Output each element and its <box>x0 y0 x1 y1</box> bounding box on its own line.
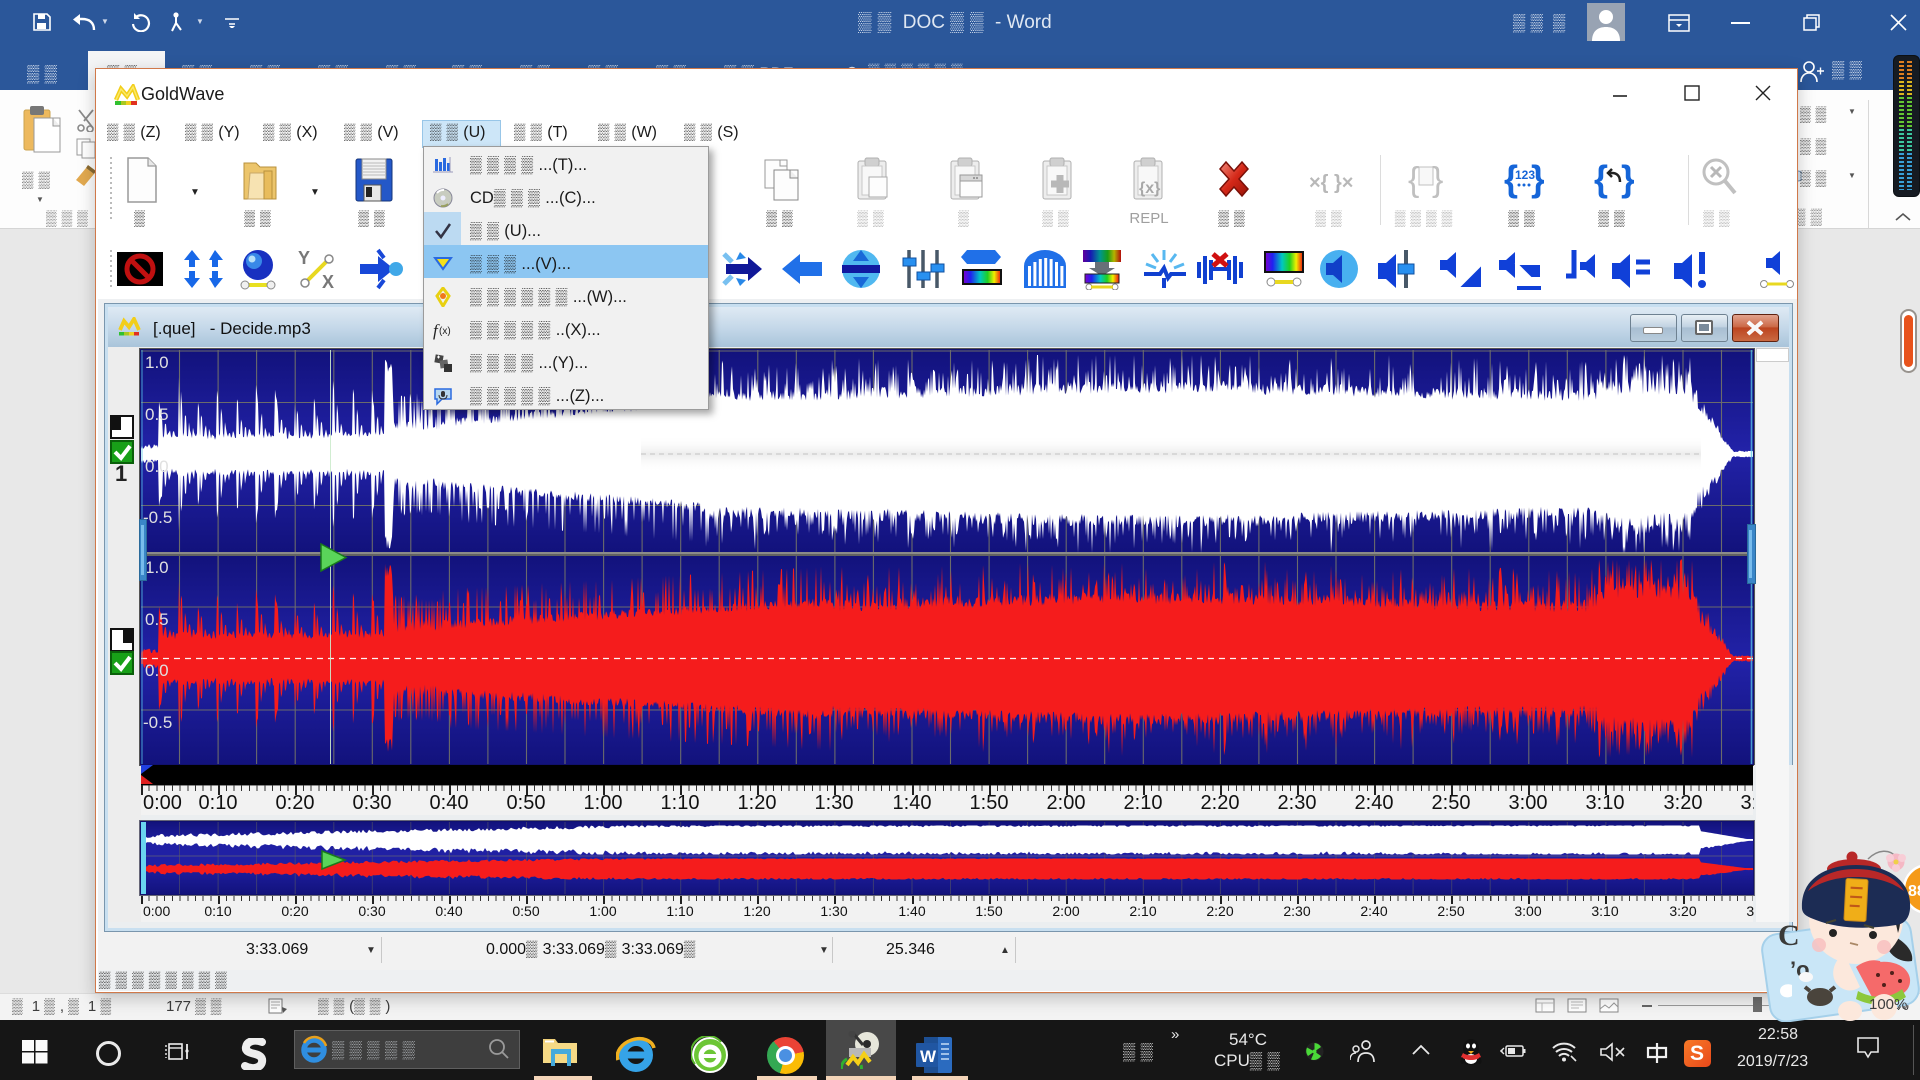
svg-text:0.5: 0.5 <box>145 405 169 424</box>
svg-text:(x): (x) <box>439 326 451 337</box>
svg-text:0.0: 0.0 <box>145 457 169 476</box>
svg-text:0.5: 0.5 <box>145 610 169 629</box>
svg-text:1.0: 1.0 <box>145 558 169 577</box>
svg-text:}: } <box>1621 158 1634 199</box>
svg-text:-0.5: -0.5 <box>143 508 172 527</box>
svg-text:{x}: {x} <box>1139 180 1160 197</box>
svg-text:Y: Y <box>298 248 310 268</box>
svg-text:X: X <box>322 272 334 290</box>
svg-text:C: C <box>1778 919 1800 952</box>
svg-text:W: W <box>920 1047 937 1066</box>
svg-text:}: } <box>1432 161 1443 199</box>
svg-text:{: { <box>1408 161 1419 199</box>
svg-text:-0.5: -0.5 <box>143 713 172 732</box>
svg-text:123: 123 <box>1515 168 1535 182</box>
svg-text:{: { <box>1594 158 1608 199</box>
svg-text:88: 88 <box>1908 883 1920 900</box>
svg-text:0.0: 0.0 <box>145 661 169 680</box>
svg-text:×{ }×: ×{ }× <box>1309 172 1353 194</box>
svg-text:1.0: 1.0 <box>145 353 169 372</box>
